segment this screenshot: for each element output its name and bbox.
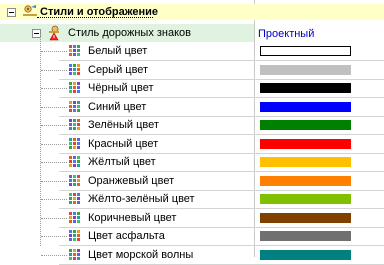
color-row[interactable]: Цвет морской волны: [0, 246, 384, 265]
color-grid-icon: [68, 156, 82, 168]
tree-connector-branch: [41, 199, 67, 200]
color-name-cell: Синий цвет: [0, 98, 254, 116]
color-swatch[interactable]: [260, 139, 351, 149]
properties-icon: [22, 4, 38, 21]
color-name-label: Белый цвет: [88, 45, 148, 57]
color-name-label: Жёлто-зелёный цвет: [88, 193, 195, 205]
color-row[interactable]: Цвет асфальта: [0, 227, 384, 246]
property-grid: Стили и отображение Стиль дорожных знако…: [0, 0, 384, 265]
color-grid-icon: [68, 101, 82, 113]
color-name-label: Цвет морской волны: [88, 249, 194, 261]
tree-connector-branch: [41, 51, 67, 52]
color-swatch[interactable]: [260, 120, 351, 130]
color-name-cell: Жёлтый цвет: [0, 153, 254, 171]
color-swatch[interactable]: [260, 250, 351, 260]
tree-connector-branch: [41, 162, 67, 163]
color-swatch[interactable]: [260, 194, 351, 204]
color-row[interactable]: Белый цвет: [0, 42, 384, 61]
color-value-cell[interactable]: [255, 42, 384, 60]
tree-connector-branch: [41, 218, 67, 219]
color-name-cell: Цвет морской волны: [0, 246, 254, 264]
color-swatch[interactable]: [260, 157, 351, 167]
color-grid-icon: [68, 119, 82, 131]
tree-connector-branch: [41, 88, 67, 89]
color-grid-icon: [68, 64, 82, 76]
collapse-section-button[interactable]: [7, 8, 16, 17]
color-swatch[interactable]: [260, 231, 351, 241]
style-group-label: Стиль дорожных знаков: [68, 27, 192, 39]
color-grid-icon: [68, 212, 82, 224]
color-name-cell: Оранжевый цвет: [0, 172, 254, 190]
color-swatch[interactable]: [260, 65, 351, 75]
color-value-cell[interactable]: [255, 209, 384, 227]
color-swatch[interactable]: [260, 102, 351, 112]
section-row-styles[interactable]: Стили и отображение: [0, 4, 384, 20]
color-name-cell: Коричневый цвет: [0, 209, 254, 227]
color-value-cell[interactable]: [255, 61, 384, 79]
color-name-label: Цвет асфальта: [88, 230, 165, 242]
focus-underline: [37, 17, 153, 18]
color-row[interactable]: Чёрный цвет: [0, 79, 384, 98]
color-row[interactable]: Жёлтый цвет: [0, 153, 384, 172]
color-name-cell: Чёрный цвет: [0, 79, 254, 97]
color-value-cell[interactable]: [255, 79, 384, 97]
color-name-label: Красный цвет: [88, 138, 159, 150]
style-group-name-cell: Стиль дорожных знаков: [0, 24, 254, 42]
tree-connector-branch: [41, 107, 67, 108]
tree-connector-branch: [41, 125, 67, 126]
tree-connector-branch: [41, 144, 67, 145]
color-name-cell: Зелёный цвет: [0, 116, 254, 134]
color-name-label: Зелёный цвет: [88, 119, 159, 131]
style-group-value: Проектный: [258, 28, 315, 40]
color-name-cell: Жёлто-зелёный цвет: [0, 190, 254, 208]
tree-connector-branch: [41, 70, 67, 71]
color-value-cell[interactable]: [255, 153, 384, 171]
color-swatch[interactable]: [260, 46, 351, 56]
color-grid-icon: [68, 230, 82, 242]
color-name-label: Жёлтый цвет: [88, 156, 156, 168]
color-value-cell[interactable]: [255, 172, 384, 190]
tree-connector-branch: [41, 255, 67, 256]
color-value-cell[interactable]: [255, 227, 384, 245]
color-row[interactable]: Красный цвет: [0, 135, 384, 154]
color-value-cell[interactable]: [255, 246, 384, 264]
color-row[interactable]: Синий цвет: [0, 98, 384, 117]
color-value-cell[interactable]: [255, 98, 384, 116]
color-name-cell: Красный цвет: [0, 135, 254, 153]
color-name-label: Коричневый цвет: [88, 212, 177, 224]
style-group-value-cell[interactable]: Проектный: [255, 24, 384, 42]
color-grid-icon: [68, 193, 82, 205]
color-grid-icon: [68, 249, 82, 261]
color-row[interactable]: Серый цвет: [0, 61, 384, 80]
color-name-label: Серый цвет: [88, 64, 149, 76]
tree-connector-branch: [41, 236, 67, 237]
color-name-cell: Цвет асфальта: [0, 227, 254, 245]
color-value-cell[interactable]: [255, 190, 384, 208]
color-name-cell: Серый цвет: [0, 61, 254, 79]
color-grid-icon: [68, 138, 82, 150]
color-name-cell: Белый цвет: [0, 42, 254, 60]
style-group-row[interactable]: Стиль дорожных знаков Проектный: [0, 24, 384, 42]
color-name-label: Синий цвет: [88, 101, 147, 113]
color-row[interactable]: Жёлто-зелёный цвет: [0, 190, 384, 209]
color-grid-icon: [68, 82, 82, 94]
color-row[interactable]: Коричневый цвет: [0, 209, 384, 228]
color-name-label: Чёрный цвет: [88, 82, 154, 94]
tree-connector-branch: [41, 181, 67, 182]
color-swatch[interactable]: [260, 213, 351, 223]
color-row[interactable]: Зелёный цвет: [0, 116, 384, 135]
color-grid-icon: [68, 175, 82, 187]
color-name-label: Оранжевый цвет: [88, 175, 175, 187]
color-swatch[interactable]: [260, 176, 351, 186]
color-grid-icon: [68, 45, 82, 57]
color-value-cell[interactable]: [255, 135, 384, 153]
color-value-cell[interactable]: [255, 116, 384, 134]
color-swatch[interactable]: [260, 83, 351, 93]
color-row[interactable]: Оранжевый цвет: [0, 172, 384, 191]
